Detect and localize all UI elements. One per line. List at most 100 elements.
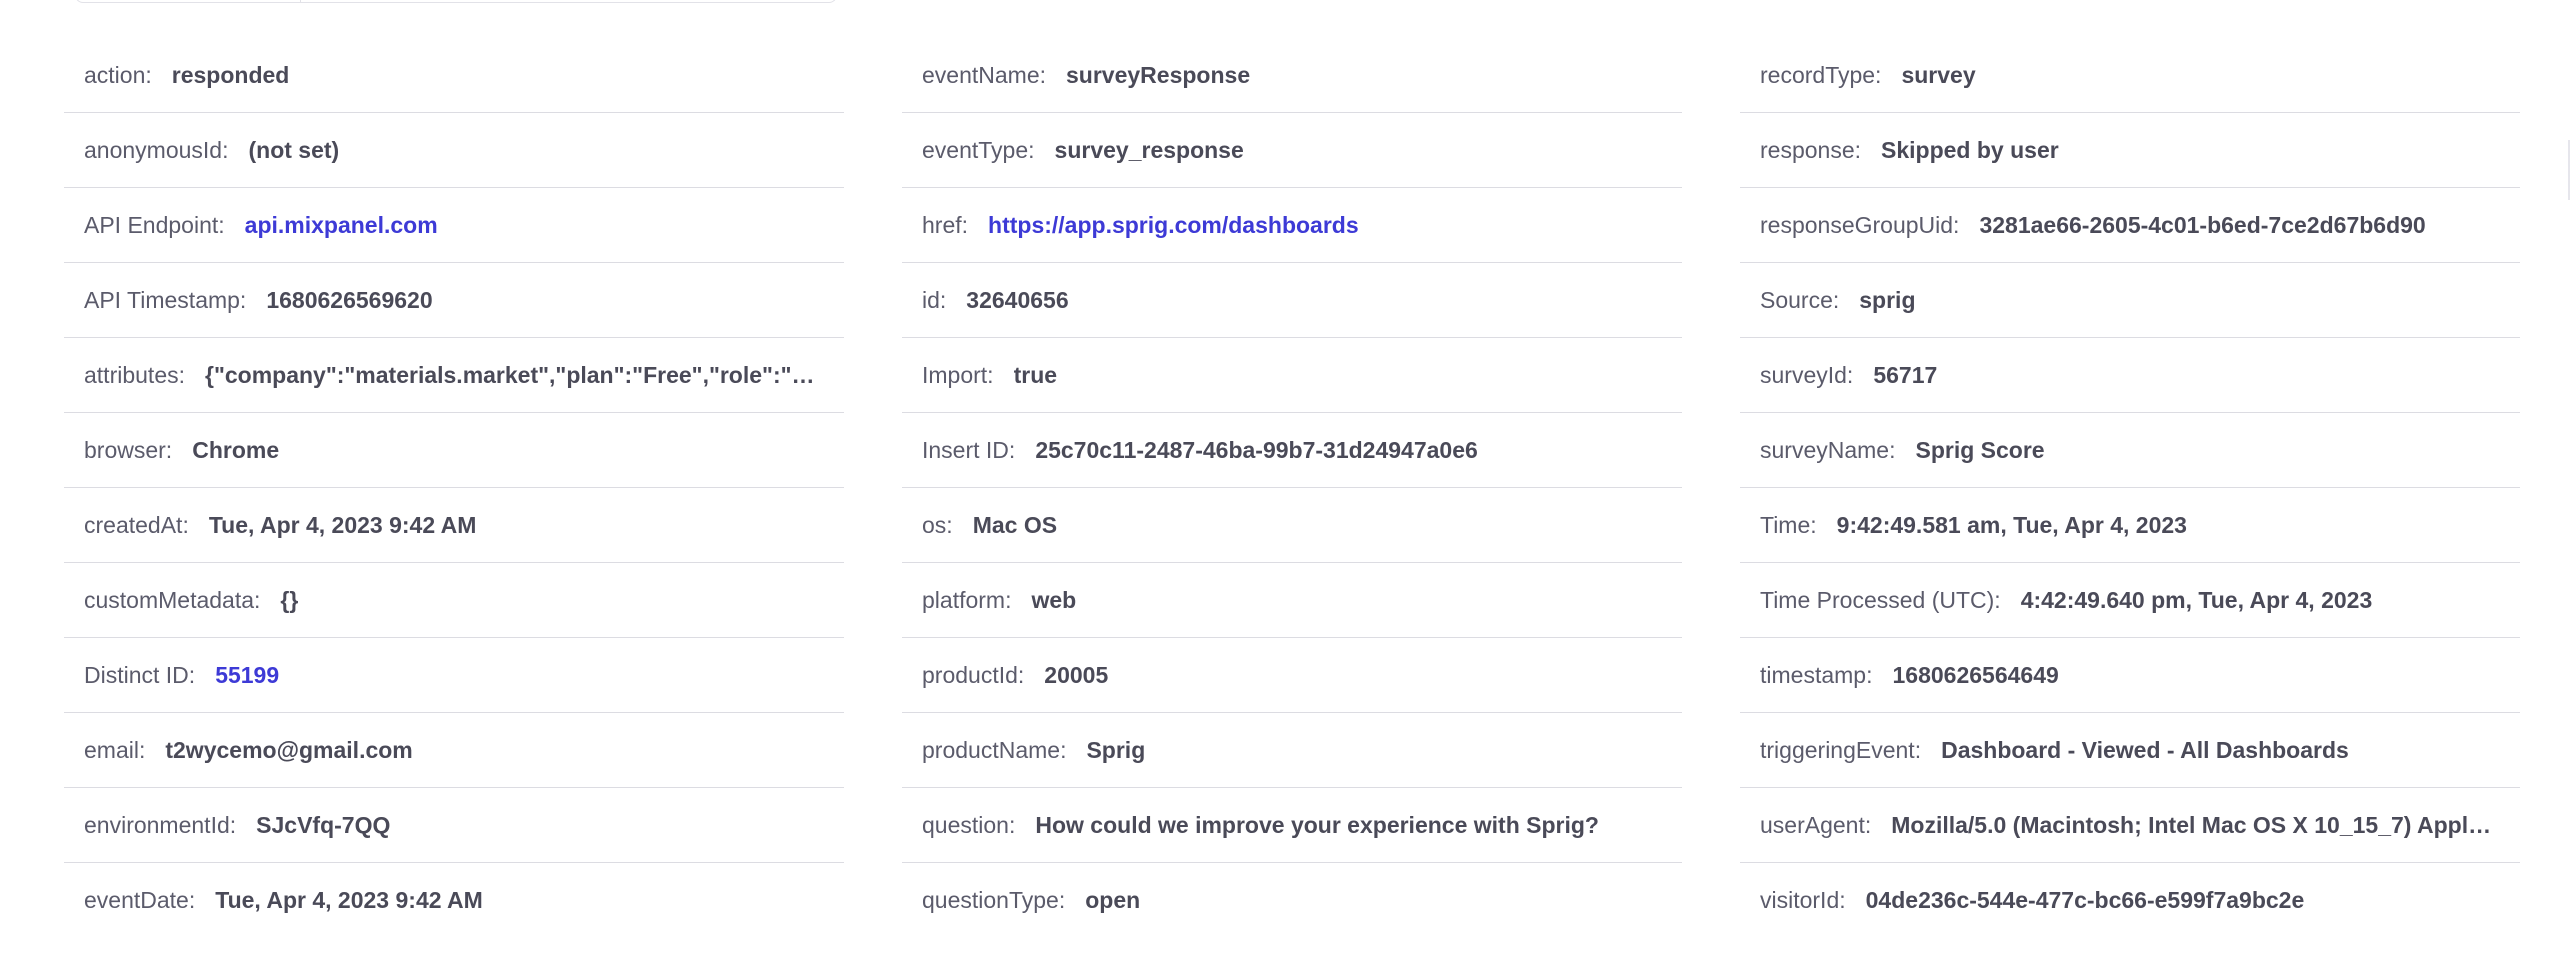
property-value: 9:42:49.581 am, Tue, Apr 4, 2023	[1836, 511, 2187, 538]
property-row[interactable]: eventType: survey_response	[902, 113, 1682, 188]
tab-divider	[300, 0, 301, 2]
property-value: Tue, Apr 4, 2023 9:42 AM	[208, 511, 477, 538]
property-key: productName:	[922, 736, 1067, 763]
property-row[interactable]: customMetadata: {}	[64, 563, 844, 638]
property-key: Insert ID:	[922, 436, 1016, 463]
property-value-link[interactable]: 55199	[215, 662, 279, 689]
property-key: Source:	[1760, 286, 1840, 313]
property-value: Sprig	[1086, 736, 1146, 763]
property-row[interactable]: surveyName: Sprig Score	[1740, 413, 2520, 488]
property-value: (not set)	[248, 136, 340, 163]
property-row[interactable]: attributes: {"company":"materials.market"…	[64, 338, 844, 413]
property-value: {"company":"materials.market","plan":"Fr…	[205, 361, 824, 388]
property-row[interactable]: environmentId: SJcVfq-7QQ	[64, 788, 844, 863]
property-value: 4:42:49.640 pm, Tue, Apr 4, 2023	[2020, 586, 2373, 613]
property-value: Mozilla/5.0 (Macintosh; Intel Mac OS X 1…	[1891, 811, 2500, 838]
property-key: API Timestamp:	[84, 286, 247, 313]
property-key: productId:	[922, 661, 1025, 688]
property-key: action:	[84, 61, 152, 88]
property-row[interactable]: Source: sprig	[1740, 263, 2520, 338]
property-row[interactable]: timestamp: 1680626564649	[1740, 638, 2520, 713]
property-row[interactable]: visitorId: 04de236c-544e-477c-bc66-e599f7…	[1740, 863, 2520, 938]
property-value-link[interactable]: https://app.sprig.com/dashboards	[988, 212, 1359, 239]
property-value: How could we improve your experience wit…	[1035, 811, 1599, 838]
property-key: platform:	[922, 586, 1012, 613]
property-row[interactable]: recordType: survey	[1740, 38, 2520, 113]
property-row[interactable]: API Endpoint: api.mixpanel.com	[64, 188, 844, 263]
property-row[interactable]: Time Processed (UTC): 4:42:49.640 pm, Tue…	[1740, 563, 2520, 638]
property-row[interactable]: productName: Sprig	[902, 713, 1682, 788]
property-row[interactable]: eventName: surveyResponse	[902, 38, 1682, 113]
property-row[interactable]: browser: Chrome	[64, 413, 844, 488]
property-row[interactable]: questionType: open	[902, 863, 1682, 938]
property-key: href:	[922, 211, 969, 238]
property-value: open	[1085, 887, 1141, 913]
property-row[interactable]: platform: web	[902, 563, 1682, 638]
property-row[interactable]: createdAt: Tue, Apr 4, 2023 9:42 AM	[64, 488, 844, 563]
property-key: Time Processed (UTC):	[1760, 586, 2001, 613]
property-value: 56717	[1873, 361, 1938, 388]
property-key: Import:	[922, 361, 994, 388]
property-value: survey	[1901, 61, 1976, 88]
property-key: browser:	[84, 436, 173, 463]
property-row[interactable]: question: How could we improve your exper…	[902, 788, 1682, 863]
property-value-link[interactable]: api.mixpanel.com	[245, 212, 438, 239]
property-value: Sprig Score	[1915, 436, 2045, 463]
property-row[interactable]: anonymousId: (not set)	[64, 113, 844, 188]
property-row[interactable]: Distinct ID: 55199	[64, 638, 844, 713]
property-row[interactable]: productId: 20005	[902, 638, 1682, 713]
properties-grid: action: responded anonymousId: (not set) API…	[64, 38, 2520, 938]
property-value: Tue, Apr 4, 2023 9:42 AM	[215, 887, 483, 913]
property-row[interactable]: eventDate: Tue, Apr 4, 2023 9:42 AM	[64, 863, 844, 938]
property-key: question:	[922, 811, 1016, 838]
property-key: environmentId:	[84, 811, 237, 838]
property-key: id:	[922, 286, 947, 313]
property-key: Time:	[1760, 511, 1817, 538]
property-row[interactable]: href: https://app.sprig.com/dashboards	[902, 188, 1682, 263]
property-key: responseGroupUid:	[1760, 211, 1960, 238]
property-row[interactable]: Time: 9:42:49.581 am, Tue, Apr 4, 2023	[1740, 488, 2520, 563]
property-key: Distinct ID:	[84, 661, 196, 688]
property-row[interactable]: userAgent: Mozilla/5.0 (Macintosh; Intel …	[1740, 788, 2520, 863]
property-row[interactable]: surveyId: 56717	[1740, 338, 2520, 413]
tab-strip-edge[interactable]	[75, 0, 837, 3]
property-value: 20005	[1044, 661, 1109, 688]
property-key: questionType:	[922, 887, 1066, 913]
property-value: 25c70c11-2487-46ba-99b7-31d24947a0e6	[1035, 436, 1478, 463]
property-value: Mac OS	[972, 511, 1058, 538]
property-row[interactable]: action: responded	[64, 38, 844, 113]
property-key: attributes:	[84, 361, 185, 388]
property-key: eventType:	[922, 136, 1035, 163]
property-row[interactable]: Insert ID: 25c70c11-2487-46ba-99b7-31d249…	[902, 413, 1682, 488]
property-row[interactable]: response: Skipped by user	[1740, 113, 2520, 188]
property-row[interactable]: os: Mac OS	[902, 488, 1682, 563]
property-key: triggeringEvent:	[1760, 736, 1922, 763]
property-key: os:	[922, 511, 953, 538]
property-key: eventDate:	[84, 887, 196, 913]
property-value: SJcVfq-7QQ	[256, 811, 391, 838]
property-row[interactable]: id: 32640656	[902, 263, 1682, 338]
property-row[interactable]: API Timestamp: 1680626569620	[64, 263, 844, 338]
property-value: sprig	[1859, 286, 1916, 313]
property-key: visitorId:	[1760, 887, 1846, 913]
property-row[interactable]: responseGroupUid: 3281ae66-2605-4c01-b6ed…	[1740, 188, 2520, 263]
property-value: Dashboard - Viewed - All Dashboards	[1941, 736, 2349, 763]
property-row[interactable]: triggeringEvent: Dashboard - Viewed - All…	[1740, 713, 2520, 788]
property-key: eventName:	[922, 61, 1047, 88]
property-key: anonymousId:	[84, 136, 229, 163]
property-key: customMetadata:	[84, 586, 261, 613]
property-value: Skipped by user	[1881, 136, 2059, 163]
property-value: 32640656	[966, 286, 1069, 313]
property-key: response:	[1760, 136, 1862, 163]
property-value: {}	[280, 586, 299, 613]
property-key: createdAt:	[84, 511, 189, 538]
property-row[interactable]: Import: true	[902, 338, 1682, 413]
property-value: true	[1013, 361, 1058, 388]
property-value: 04de236c-544e-477c-bc66-e599f7a9bc2e	[1865, 887, 2305, 913]
property-value: web	[1031, 586, 1077, 613]
property-value: survey_response	[1054, 136, 1244, 163]
property-row[interactable]: email: t2wycemo@gmail.com	[64, 713, 844, 788]
property-value: 1680626564649	[1892, 661, 2059, 688]
property-key: surveyId:	[1760, 361, 1854, 388]
property-key: timestamp:	[1760, 661, 1873, 688]
